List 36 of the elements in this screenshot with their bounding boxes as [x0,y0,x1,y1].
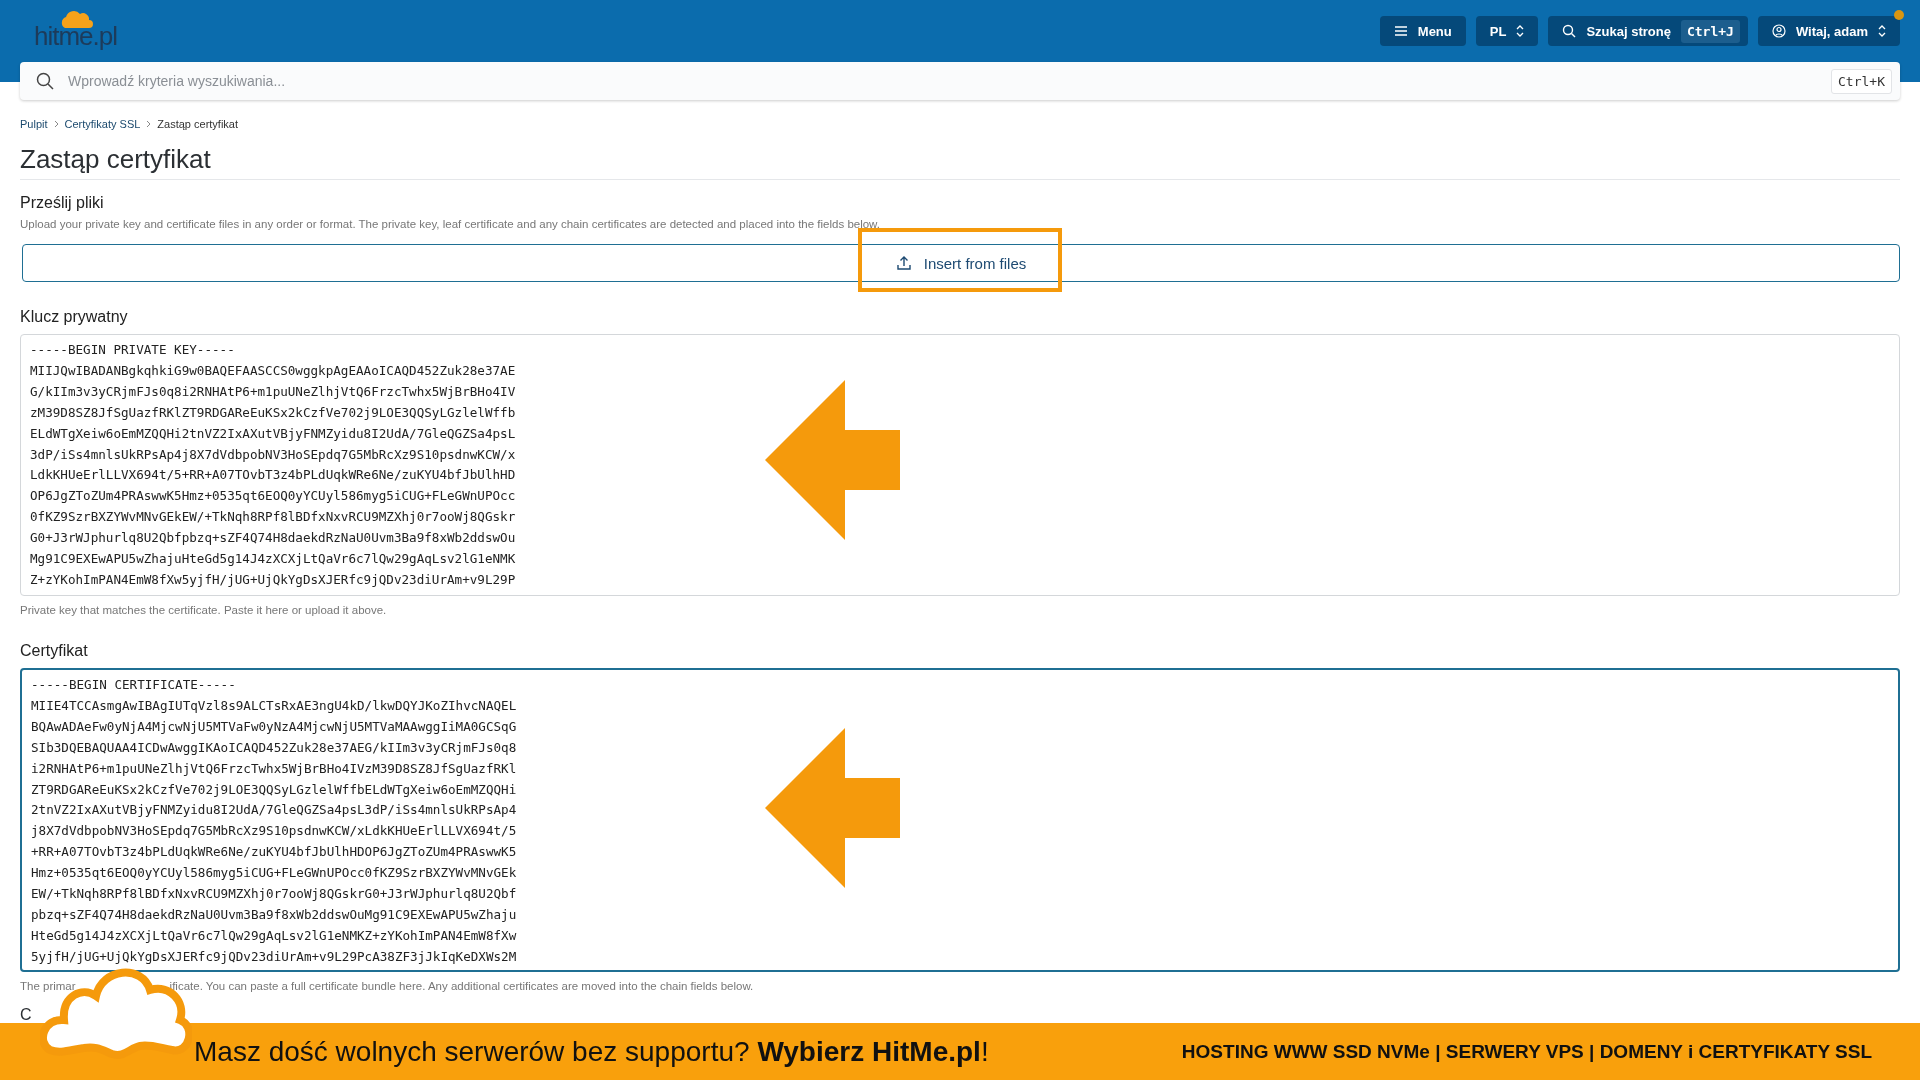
user-icon [1771,24,1786,38]
chevron-icon [1516,25,1525,37]
menu-icon [1393,25,1408,37]
upload-bar[interactable]: Insert from files [22,244,1900,282]
promo-banner[interactable]: Masz dość wolnych serwerów bez supportu? Wybierz HitMe.pl! HOSTING WWW SSD NVMe | SERWERY VPS | DOMENY i CERTYFIKATY SSL [0,1023,1920,1080]
field-label: C [20,1006,32,1024]
insert-from-files-button[interactable]: Insert from files [885,248,1037,278]
breadcrumb-link[interactable]: Certyfikaty SSL [64,118,141,130]
section-heading: Prześlij pliki [20,194,105,212]
user-menu-button[interactable]: Witaj, adam [1757,16,1900,46]
field-hint: ificate. You can paste a full certificate bundle here. Any additional certificates are moved into the chain fields below. [169,980,754,992]
language-select[interactable]: PL [1475,16,1539,46]
search-input[interactable]: Wprowadź kryteria wyszukiwania... [66,72,1820,90]
breadcrumb-current[interactable]: Zastąp certyfikat [157,118,239,130]
field-label: Certyfikat [20,642,89,660]
code-field[interactable]: -----BEGIN PRIVATE KEY----- MIIJQwIBADANBgkqhkiG9w0BAQEFAASCCS0wggkpAgEAAoICAQD452Zuk28e37AE G/kIIm3v3yCRjmFJs0q8i2RNHAtP6+m1puUNeZlhjVtQ6FrzcTwhx5WjBrBHo4IV zM39D8SZ8JfSgUazfRKlZT9RDGAReEuKSx2kCzfVe702j9LOE3QQSyLGzlelWffb ELdWTgXeiw6oEmMZQQHi2tnVZ2IxAXutVBjyFNMZyidu8I2UdA/7GleQGZSa4psL 3dP/iSs4mnlsUkRPsAp4j8X7dVdbpobNV3HoSEpdq7G5MbRcXz9S10psdnwKCW/x LdkKHUeErlLLVX694t/5+RR+A07TOvbT3z4bPLdUqkWRe6Ne/zuKYU4bfJbUlhHD OP6JgZToZUm4PRAswwK5Hmz+0535qt6EOQ0yYCUyl586myg5iCUG+FLeGWnUPOcc 0fKZ9SzrBXZYWvMNvGEkEW/+TkNqh8RPf8lBDfxNxvRCU9MZXhj0r7ooWj8QGskr G0+J3rWJphurlq8U2Qbfpbzq+sZF4Q74H8daekdRzNaU0Uvm3Ba9f8xWb2ddswOu Mg91C9EXEwAPU5wZhajuHteGd5g14J4zXCXjLtQaVr6c7lQw29gAqLsv2lG1eNMK Z+zYKohImPAN4EmW8fXw5yjfH/jUG+UjQkYgDsXJERfc9jQDv23diUrAm+v9L29P [20,334,1900,596]
search-icon [36,72,54,90]
chevron-right-icon [53,120,59,128]
section-description: Upload your private key and certificate files in any order or format. The private key, leaf certificate and any chain certificates are detected and placed into the fields below. [20,218,881,230]
chevron-right-icon [146,120,152,128]
shortcut-key: Ctrl+K [1831,68,1892,94]
field-hint: The primar [20,980,76,992]
field-hint: Private key that matches the certificate. Paste it here or upload it above. [20,604,388,616]
page-title: Zastąp certyfikat [20,144,1900,180]
search-field[interactable]: Wprowadź kryteria wyszukiwania... Ctrl+K [20,62,1900,100]
breadcrumb-link[interactable]: Pulpit [20,118,48,130]
chevron-icon [1878,25,1886,37]
upload-icon [895,255,912,271]
code-field[interactable]: -----BEGIN CERTIFICATE----- MIIE4TCCAsmgAwIBAgIUTqVzl8s9ALCTsRxAE3ngU4kD/lkwDQYJKoZIhvcNAQEL BQAwADAeFw0yNjA4MjcwNjU5MTVaFw0yNzA4MjcwNjU5MTVaMAAwggIiMA0GCSqG SIb3DQEBAQUAA4ICDwAwggIKAoICAQD452Zuk28e37AEG/kIIm3v3yCRjmFJs0q8 i2RNHAtP6+m1puUNeZlhjVtQ6FrzcTwhx5WjBrBHo4IVzM39D8SZ8JfSgUazfRKl ZT9RDGAReEuKSx2kCzfVe702j9LOE3QQSyLGzlelWffbELdWTgXeiw6oEmMZQQHi 2tnVZ2IxAXutVBjyFNMZyidu8I2UdA/7GleQGZSa4psL3dP/iSs4mnlsUkRPsAp4 j8X7dVdbpobNV3HoSEpdq7G5MbRcXz9S10psdnwKCW/xLdkKHUeErlLLVX694t/5 +RR+A07TOvbT3z4bPLdUqkWRe6Ne/zuKYU4bfJbUlhHDOP6JgZToZUm4PRAswwK5 Hmz+0535qt6EOQ0yYCUyl586myg5iCUG+FLeGWnUPOcc0fKZ9SzrBXZYWvMNvGEk EW/+TkNqh8RPf8lBDfxNxvRCU9MZXhj0r7ooWj8QGskrG0+J3rWJphurlq8U2Qbf pbzq+sZF4Q74H8daekdRzNaU0Uvm3Ba9f8xWb2ddswOuMg91C9EXEwAPU5wZhaju HteGd5g14J4zXCXjLtQaVr6c7lQw29gAqLsv2lG1eNMKZ+zYKohImPAN4EmW8fXw 5yjfH/jUG+UjQkYgDsXJERfc9jQDv23diUrAm+v9L29PcA38ZF3jJkIqKeDXWs2M [20,668,1900,972]
page-search-button[interactable]: Szukaj stronę Ctrl+J [1548,16,1748,46]
shortcut-key: Ctrl+J [1680,19,1740,43]
menu-button[interactable]: Menu [1379,16,1466,46]
banner-services: HOSTING WWW SSD NVMe | SERWERY VPS | DOMENY i CERTYFIKATY SSL [1181,1040,1872,1063]
search-icon [1562,24,1577,38]
banner-headline: Masz dość wolnych serwerów bez supportu? Wybierz HitMe.pl! [194,1035,989,1068]
field-label: Klucz prywatny [20,308,129,326]
